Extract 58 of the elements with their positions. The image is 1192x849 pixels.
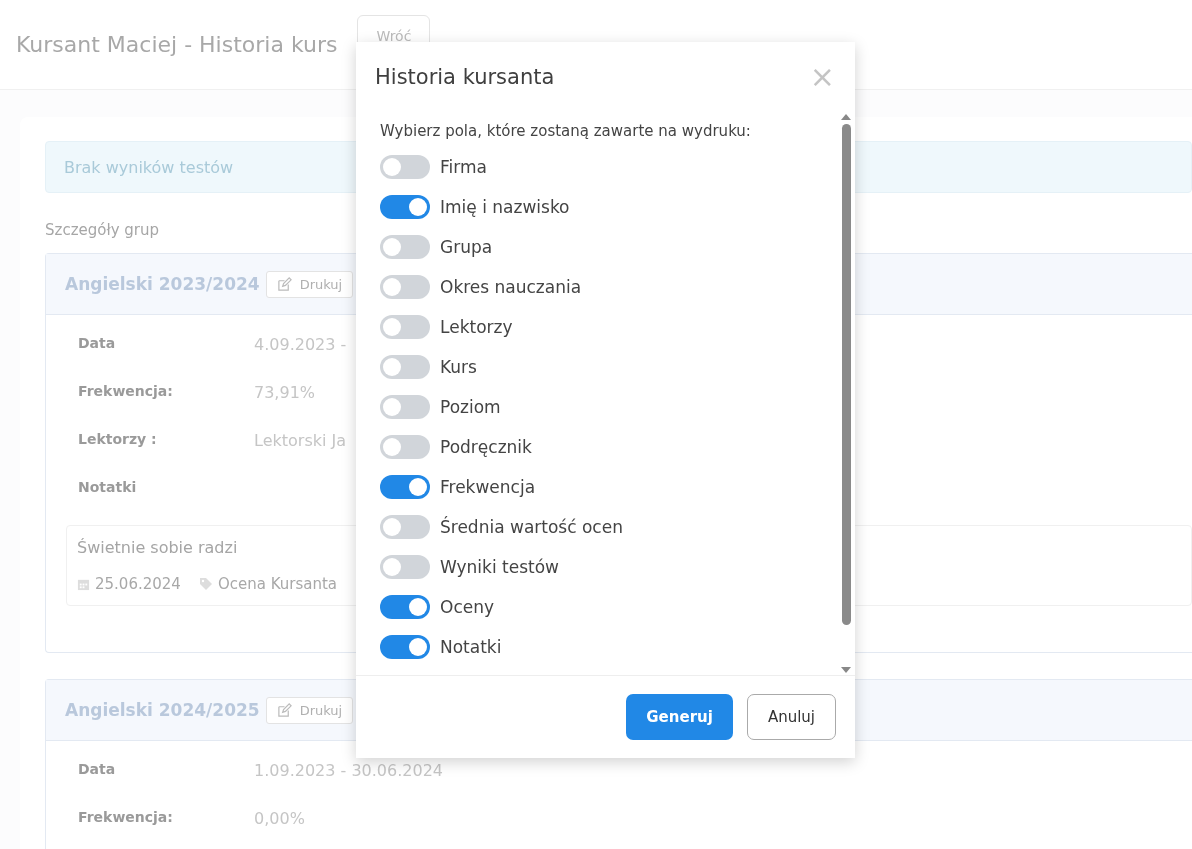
detail-value: Lektorski Ja	[254, 431, 347, 450]
toggle-switch[interactable]	[380, 635, 430, 659]
detail-label: Notatki	[78, 479, 138, 495]
field-label: Notatki	[440, 637, 502, 657]
detail-value: 4.09.2023 -	[254, 335, 347, 354]
field-label: Oceny	[440, 597, 495, 617]
section-title: Szczegóły grup	[45, 221, 161, 239]
cancel-button[interactable]: Anuluj	[746, 694, 836, 740]
field-label: Okres nauczania	[440, 277, 582, 297]
note-text: Świetnie sobie radzi	[77, 538, 239, 557]
generate-button[interactable]: Generuj	[626, 694, 733, 740]
group-title: Angielski 2023/2024	[65, 274, 260, 294]
detail-label: Lektorzy :	[78, 431, 158, 447]
field-label: Lektorzy	[440, 317, 513, 337]
toggle-switch[interactable]	[380, 555, 430, 579]
field-label: Wyniki testów	[440, 557, 559, 577]
scroll-up-icon[interactable]	[840, 112, 852, 122]
field-label: Firma	[440, 157, 487, 177]
field-label: Frekwencja	[440, 477, 536, 497]
edit-icon	[276, 276, 292, 292]
detail-value: 0,00%	[254, 809, 305, 828]
field-label: Podręcznik	[440, 437, 532, 457]
prompt-text: Wybierz pola, które zostaną zawarte na wydruku:	[380, 122, 752, 140]
note-tag: Ocena Kursanta	[217, 575, 337, 593]
modal-title: Historia kursanta	[375, 65, 555, 89]
note-date: 25.06.2024	[95, 575, 181, 593]
toggle-switch[interactable]	[380, 315, 430, 339]
print-button[interactable]: Drukuj	[265, 696, 354, 724]
field-label: Imię i nazwisko	[440, 197, 570, 217]
group-title: Angielski 2024/2025	[65, 700, 260, 720]
toggle-switch[interactable]	[380, 395, 430, 419]
toggle-switch[interactable]	[380, 355, 430, 379]
detail-label: Data	[78, 761, 117, 777]
page-title: Kursant Maciej - Historia kurs	[16, 32, 338, 57]
edit-icon	[276, 702, 292, 718]
toggle-switch[interactable]	[380, 435, 430, 459]
detail-value: 73,91%	[254, 383, 315, 402]
scrollbar[interactable]	[839, 112, 853, 675]
close-button[interactable]: ×	[809, 62, 835, 92]
field-label: Grupa	[440, 237, 493, 257]
field-label: Kurs	[440, 357, 477, 377]
toggle-switch[interactable]	[380, 235, 430, 259]
scroll-down-icon[interactable]	[840, 665, 852, 675]
detail-label: Data	[78, 335, 117, 351]
tag-icon	[198, 577, 213, 591]
toggle-switch[interactable]	[380, 595, 430, 619]
print-button[interactable]: Drukuj	[265, 270, 354, 298]
field-label: Poziom	[440, 397, 501, 417]
toggle-switch[interactable]	[380, 275, 430, 299]
toggle-switch[interactable]	[380, 475, 430, 499]
detail-label: Frekwencja:	[78, 383, 174, 399]
toggle-switch[interactable]	[380, 155, 430, 179]
detail-label: Frekwencja:	[78, 809, 174, 825]
calendar-icon	[77, 577, 90, 591]
detail-value: 1.09.2023 - 30.06.2024	[254, 761, 443, 780]
toggle-switch[interactable]	[380, 515, 430, 539]
field-label: Średnia wartość ocen	[440, 517, 623, 537]
toggle-switch[interactable]	[380, 195, 430, 219]
